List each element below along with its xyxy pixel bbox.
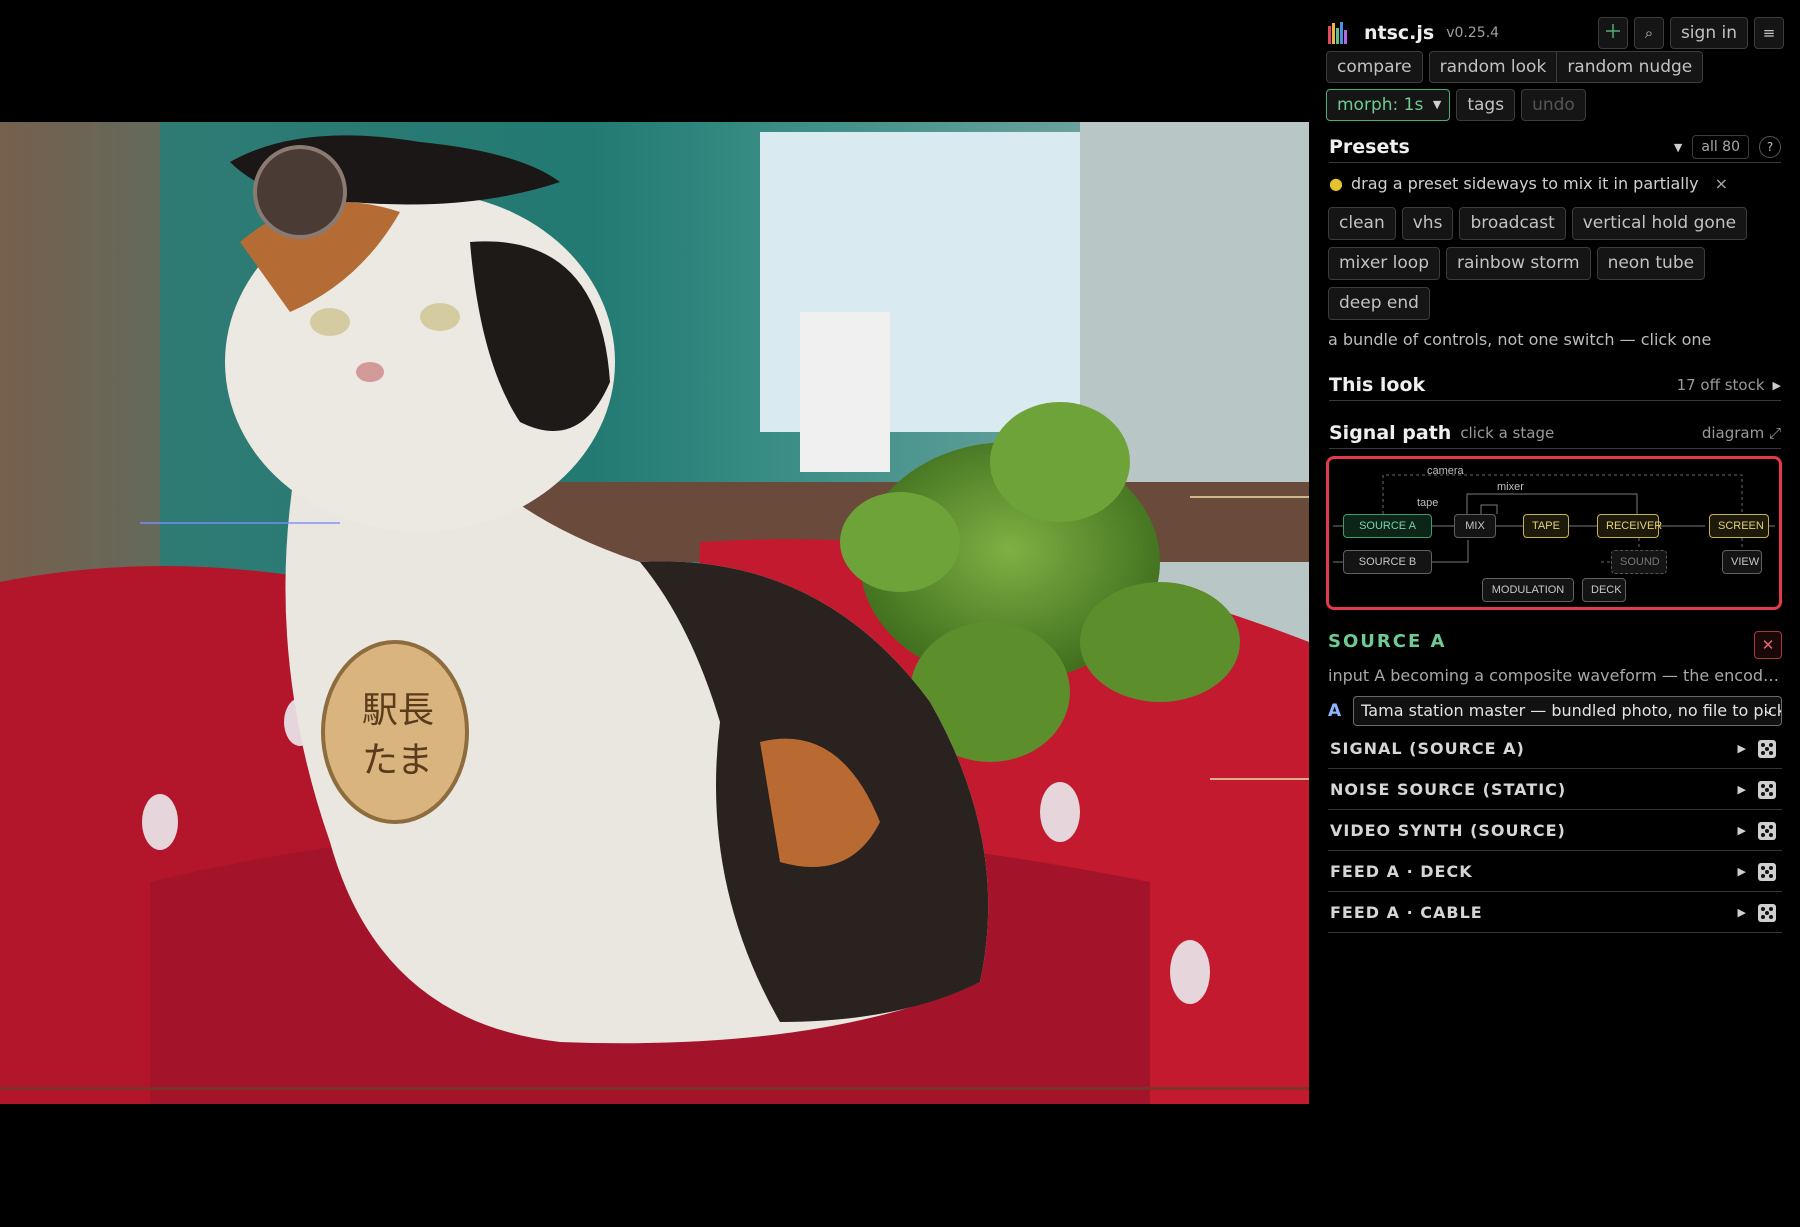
preset-broadcast[interactable]: broadcast	[1459, 207, 1566, 240]
collapse-caret-icon[interactable]: ▼	[1674, 141, 1682, 154]
section-label: FEED A · DECK	[1330, 862, 1473, 881]
caret-down-icon: ▼	[1432, 98, 1442, 111]
tags-button[interactable]: tags	[1456, 89, 1516, 121]
stage-tape[interactable]: TAPE	[1523, 514, 1569, 538]
sign-in-button[interactable]: sign in	[1669, 17, 1748, 49]
dice-randomize-icon[interactable]	[1758, 903, 1776, 922]
preset-mixer-loop[interactable]: mixer loop	[1328, 247, 1440, 280]
dice-randomize-icon[interactable]	[1758, 862, 1776, 881]
camera-loop-label: camera	[1427, 465, 1464, 477]
control-panel: ntsc.js v0.25.4 ⌕ sign in ≡ compare rand…	[1326, 14, 1784, 1214]
app-version: v0.25.4	[1446, 25, 1500, 41]
section-label: NOISE SOURCE (STATIC)	[1330, 780, 1567, 799]
section-video-synth-source[interactable]: VIDEO SYNTH (SOURCE) ▶	[1328, 811, 1782, 851]
presets-hint: ● drag a preset sideways to mix it in pa…	[1329, 174, 1728, 193]
video-viewport[interactable]: 駅長 たま	[0, 122, 1309, 1104]
undo-button[interactable]: undo	[1521, 89, 1586, 121]
compare-button[interactable]: compare	[1326, 51, 1423, 83]
signal-path-subtitle: click a stage	[1460, 424, 1555, 442]
hamburger-menu-icon[interactable]: ≡	[1754, 17, 1784, 49]
stage-screen[interactable]: SCREEN	[1709, 514, 1769, 538]
hint-close-icon[interactable]: ×	[1715, 174, 1728, 193]
dice-randomize-icon[interactable]	[1758, 821, 1776, 840]
this-look-title: This look	[1329, 374, 1426, 396]
diagram-link[interactable]: diagram ⤢	[1702, 424, 1781, 442]
cat-photo-image: 駅長 たま	[0, 122, 1309, 1104]
presets-header[interactable]: Presets ▼ all 80 ?	[1329, 132, 1781, 163]
signal-path-title: Signal path	[1329, 422, 1452, 444]
expand-arrow-icon: ▶	[1737, 824, 1746, 837]
random-look-button[interactable]: random look	[1428, 51, 1558, 83]
section-label: SIGNAL (SOURCE A)	[1330, 739, 1525, 758]
signal-path-header: Signal path click a stage diagram ⤢	[1329, 418, 1781, 449]
lightbulb-icon: ●	[1329, 174, 1343, 193]
section-label: FEED A · CABLE	[1330, 903, 1483, 922]
preset-clean[interactable]: clean	[1328, 207, 1396, 240]
stage-receiver[interactable]: RECEIVER	[1597, 514, 1662, 538]
presets-filter[interactable]: all 80	[1692, 135, 1749, 159]
dice-randomize-icon[interactable]	[1758, 739, 1776, 758]
help-icon[interactable]: ?	[1759, 136, 1781, 158]
dice-randomize-icon[interactable]	[1758, 780, 1776, 799]
section-noise-source-static[interactable]: NOISE SOURCE (STATIC) ▶	[1328, 770, 1782, 810]
presets-hint-text: drag a preset sideways to mix it in part…	[1350, 174, 1699, 193]
stage-modulation[interactable]: MODULATION	[1482, 578, 1574, 602]
input-source-value: Tama station master — bundled photo, no …	[1361, 701, 1782, 720]
stage-source-b[interactable]: SOURCE B	[1343, 550, 1432, 574]
section-label: VIDEO SYNTH (SOURCE)	[1330, 821, 1566, 840]
preset-deep-end[interactable]: deep end	[1328, 287, 1430, 320]
preset-rainbow-storm[interactable]: rainbow storm	[1446, 247, 1591, 280]
signal-path-diagram[interactable]: camera mixer tape SOURCE A SOURCE B MIX …	[1326, 456, 1782, 610]
section-feed-a-cable[interactable]: FEED A · CABLE ▶	[1328, 893, 1782, 933]
app-name: ntsc.js	[1364, 22, 1435, 44]
presets-title: Presets	[1329, 136, 1410, 158]
morph-select[interactable]: morph: 1s ▼	[1326, 89, 1451, 121]
preset-neon-tube[interactable]: neon tube	[1596, 247, 1706, 280]
this-look-status: 17 off stock	[1676, 376, 1765, 394]
expand-arrow-icon: ▶	[1737, 783, 1746, 796]
ntsc-logo-icon	[1328, 22, 1347, 44]
stage-view[interactable]: VIEW	[1722, 550, 1762, 574]
tape-loop-label: tape	[1417, 497, 1439, 509]
stage-deck[interactable]: DECK	[1582, 578, 1626, 602]
expand-arrow-icon: ▶	[1772, 378, 1781, 392]
top-bar: ntsc.js v0.25.4 ⌕ sign in ≡	[1326, 16, 1784, 50]
preset-list: clean vhs broadcast vertical hold gone m…	[1328, 207, 1784, 320]
section-feed-a-deck[interactable]: FEED A · DECK ▶	[1328, 852, 1782, 892]
svg-text:駅長: 駅長	[362, 690, 434, 731]
preset-vhs[interactable]: vhs	[1401, 207, 1454, 240]
mixer-loop-label: mixer	[1497, 481, 1524, 493]
input-source-select[interactable]: Tama station master — bundled photo, no …	[1353, 696, 1782, 726]
morph-value: morph: 1s	[1337, 95, 1424, 115]
expand-arrow-icon: ▶	[1737, 906, 1746, 919]
random-nudge-button[interactable]: random nudge	[1557, 51, 1704, 83]
presets-note: a bundle of controls, not one switch — c…	[1328, 330, 1712, 349]
stage-title: SOURCE A	[1328, 631, 1447, 652]
stage-mix[interactable]: MIX	[1454, 514, 1496, 538]
input-row: A Tama station master — bundled photo, n…	[1328, 696, 1782, 726]
input-letter: A	[1328, 701, 1342, 721]
section-signal-source-a[interactable]: SIGNAL (SOURCE A) ▶	[1328, 729, 1782, 769]
search-icon[interactable]: ⌕	[1633, 17, 1664, 49]
svg-text:たま: たま	[362, 740, 433, 781]
action-row: compare random look random nudge	[1326, 51, 1704, 83]
chevron-down-icon: ⌄	[1763, 703, 1774, 718]
preset-vertical-hold-gone[interactable]: vertical hold gone	[1571, 207, 1748, 240]
close-stage-icon[interactable]: ✕	[1754, 631, 1782, 659]
expand-arrow-icon: ▶	[1737, 742, 1746, 755]
crosshair-icon[interactable]	[1597, 17, 1628, 49]
stage-sound[interactable]: SOUND	[1611, 550, 1667, 574]
expand-arrow-icon: ▶	[1737, 865, 1746, 878]
stage-description: input A becoming a composite waveform — …	[1328, 666, 1782, 685]
stage-source-a[interactable]: SOURCE A	[1343, 514, 1432, 538]
morph-row: morph: 1s ▼ tags undo	[1326, 89, 1586, 121]
this-look-header[interactable]: This look 17 off stock ▶	[1329, 370, 1781, 401]
